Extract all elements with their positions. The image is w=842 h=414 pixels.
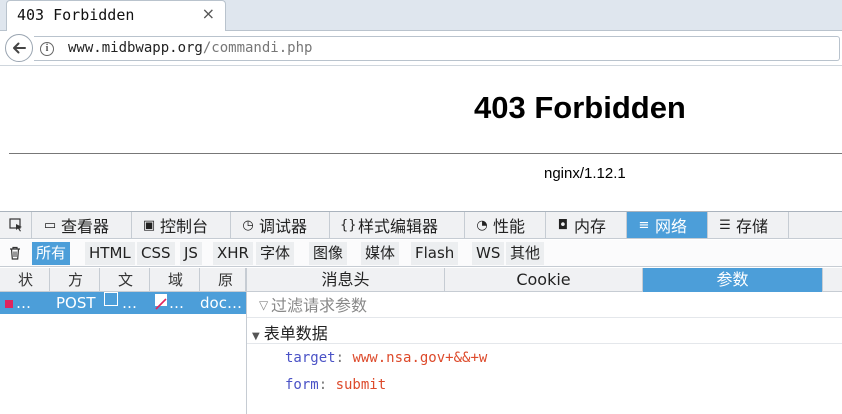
details-tabs: 消息头 Cookie 参数 [247, 268, 842, 292]
filter-media[interactable]: 媒体 [361, 242, 400, 265]
filter-other[interactable]: 其他 [506, 242, 545, 265]
arrow-left-icon [13, 42, 26, 54]
column-cause[interactable]: 原 [200, 268, 246, 292]
tab-label: 样式编辑器 [358, 217, 439, 236]
request-cause: doc… [200, 294, 242, 312]
tab-performance[interactable]: ◔ 性能 [465, 212, 546, 238]
tab-label: 内存 [574, 217, 607, 236]
url-bar[interactable]: i www.midbwapp.org/commandi.php [34, 36, 840, 61]
param-value: submit [335, 377, 387, 393]
performance-icon: ◔ [476, 217, 488, 233]
tab-headers[interactable]: 消息头 [247, 268, 445, 292]
tab-strip: 403 Forbidden × [0, 0, 842, 31]
filter-js[interactable]: JS [180, 242, 202, 265]
server-signature: nginx/1.12.1 [544, 165, 626, 182]
form-data-title: 表单数据 [263, 324, 328, 343]
filter-css[interactable]: CSS [137, 242, 175, 265]
request-method: POST [56, 294, 96, 312]
request-column-header: 状 方 文 域 原 [0, 268, 246, 292]
tab-inspector[interactable]: ▭ 查看器 [33, 212, 132, 238]
security-icon [155, 294, 167, 310]
request-row[interactable]: … POST … … doc… [0, 292, 246, 314]
form-data-section-toggle[interactable]: ▼ 表单数据 [252, 320, 328, 344]
url-text: www.midbwapp.org/commandi.php [68, 40, 312, 56]
param-row[interactable]: form: submit [285, 377, 386, 393]
divider [247, 317, 842, 318]
tab-label: 性能 [493, 217, 526, 236]
devtools-panel: ▭ 查看器 ▣ 控制台 ◷ 调试器 {} 样式编辑器 ◔ 性能 ◘ 内存 ≡ 网… [0, 211, 842, 414]
tab-label: 查看器 [61, 217, 110, 236]
param-filter: ▽ [255, 294, 840, 316]
file-icon [104, 292, 118, 306]
close-tab-icon[interactable]: × [202, 4, 215, 23]
filter-html[interactable]: HTML [85, 242, 135, 265]
filter-flash[interactable]: Flash [411, 242, 459, 265]
tab-label: 存储 [736, 217, 769, 236]
element-picker-button[interactable] [0, 212, 32, 238]
tab-memory[interactable]: ◘ 内存 [546, 212, 627, 238]
triangle-down-icon: ▼ [252, 331, 260, 342]
tab-storage[interactable]: ☰ 存储 [708, 212, 789, 238]
devtools-toolbar: ▭ 查看器 ▣ 控制台 ◷ 调试器 {} 样式编辑器 ◔ 性能 ◘ 内存 ≡ 网… [0, 212, 842, 239]
pick-element-icon [8, 218, 22, 232]
param-colon: : [335, 350, 353, 366]
filter-xhr[interactable]: XHR [213, 242, 253, 265]
column-method[interactable]: 方 [50, 268, 100, 292]
back-button[interactable] [5, 34, 33, 62]
column-file[interactable]: 文 [100, 268, 150, 292]
request-file: … [122, 294, 137, 312]
param-value: www.nsa.gov+&&+w [352, 350, 488, 366]
status-marker [5, 300, 13, 308]
url-path: /commandi.php [202, 40, 313, 56]
param-colon: : [318, 377, 336, 393]
tab-label: 网络 [655, 217, 688, 236]
filter-images[interactable]: 图像 [309, 242, 348, 265]
inspector-icon: ▭ [43, 217, 57, 233]
filter-all[interactable]: 所有 [32, 242, 71, 265]
divider [247, 343, 842, 344]
tab-style-editor[interactable]: {} 样式编辑器 [330, 212, 465, 238]
storage-icon: ☰ [719, 217, 731, 233]
console-icon: ▣ [142, 217, 156, 233]
memory-icon: ◘ [557, 217, 569, 233]
style-editor-icon: {} [340, 217, 357, 233]
url-host: www.midbwapp.org [68, 40, 203, 56]
filter-fonts[interactable]: 字体 [256, 242, 295, 265]
tab-console[interactable]: ▣ 控制台 [132, 212, 231, 238]
nav-bar: i www.midbwapp.org/commandi.php [0, 31, 842, 66]
tab-params[interactable]: 参数 [643, 268, 823, 292]
param-key: target [285, 350, 336, 366]
browser-tab[interactable]: 403 Forbidden × [6, 0, 226, 31]
network-icon: ≡ [638, 217, 650, 233]
request-status: … [16, 294, 31, 312]
filter-ws[interactable]: WS [472, 242, 505, 265]
divider [9, 153, 842, 154]
tab-title: 403 Forbidden [17, 6, 135, 24]
page-title: 403 Forbidden [474, 90, 686, 125]
param-row[interactable]: target: www.nsa.gov+&&+w [285, 350, 487, 366]
debugger-icon: ◷ [242, 217, 254, 233]
tab-debugger[interactable]: ◷ 调试器 [231, 212, 330, 238]
column-status[interactable]: 状 [0, 268, 50, 292]
request-domain: … [169, 294, 184, 312]
tab-label: 调试器 [259, 217, 308, 236]
info-icon[interactable]: i [40, 42, 54, 56]
clear-trash-icon[interactable] [8, 246, 22, 260]
tab-network[interactable]: ≡ 网络 [627, 212, 708, 238]
tab-label: 控制台 [160, 217, 209, 236]
tab-cookies[interactable]: Cookie [445, 268, 643, 292]
param-filter-input[interactable] [255, 294, 840, 316]
network-filter-bar: 所有 HTML CSS JS XHR 字体 图像 媒体 Flash WS 其他 [0, 240, 842, 267]
column-domain[interactable]: 域 [150, 268, 200, 292]
param-key: form [285, 377, 319, 393]
